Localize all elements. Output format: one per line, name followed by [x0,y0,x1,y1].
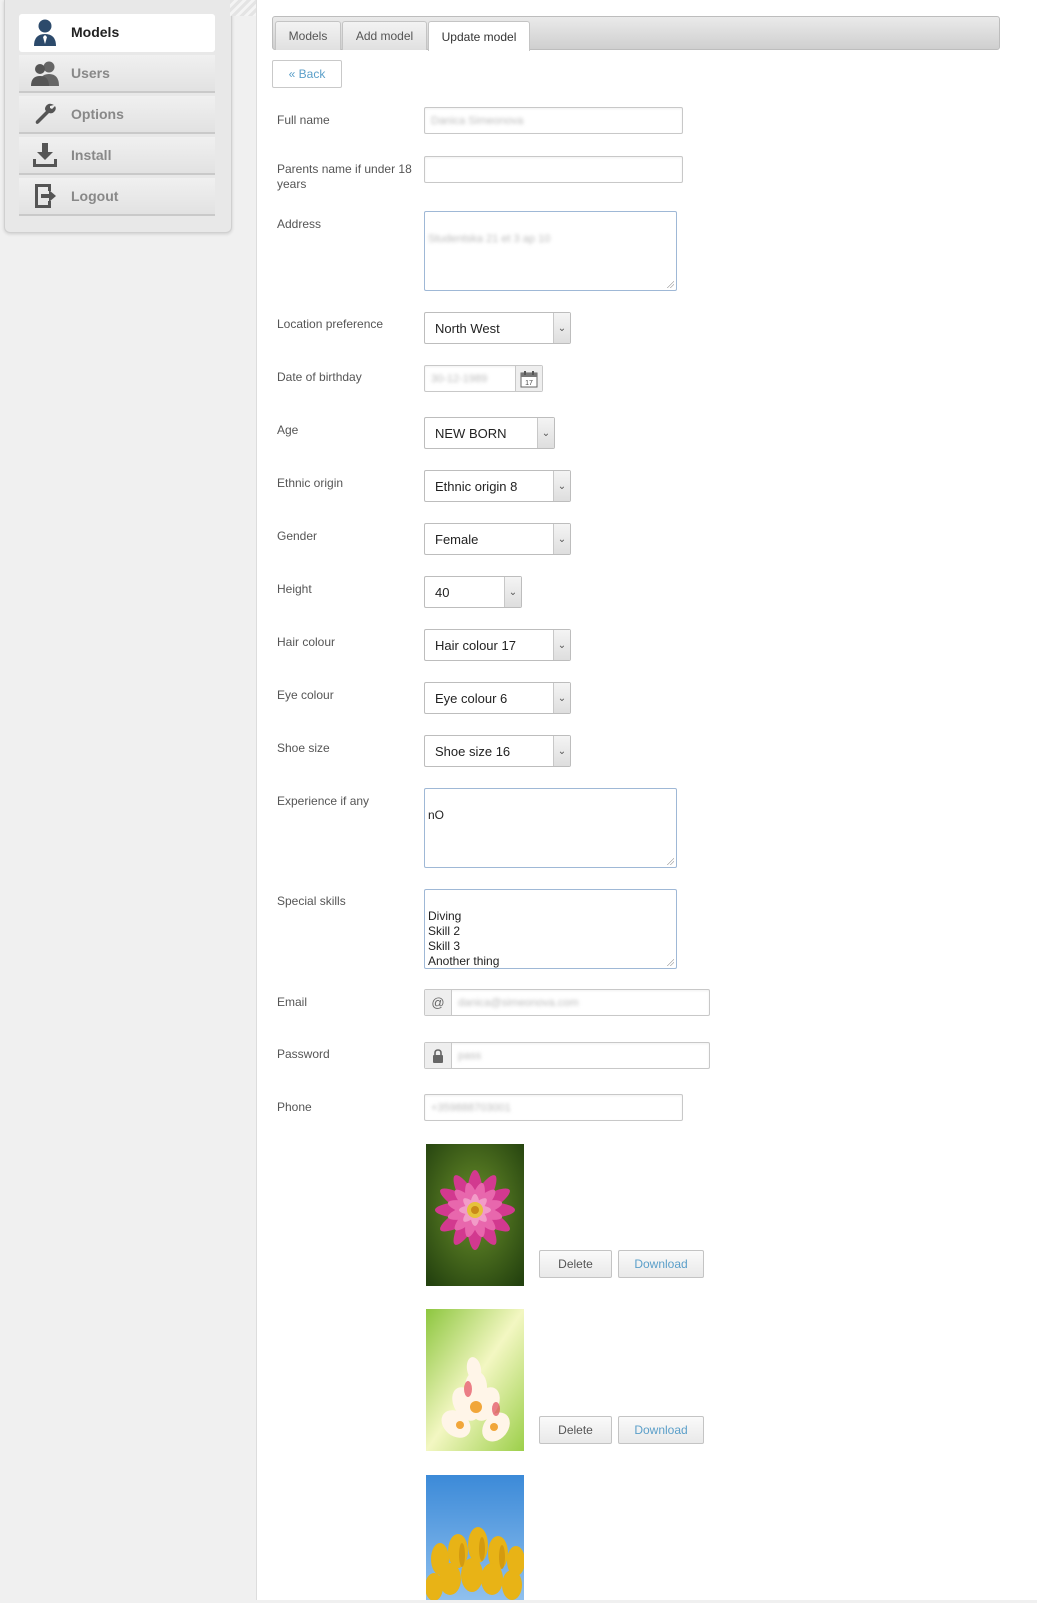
shoe-label: Shoe size [277,741,330,755]
shoe-select[interactable]: Shoe size 16 ⌄ [424,735,571,767]
address-value: Studentska 21 et 3 ap 10 [428,233,551,245]
sidebar-item-label: Options [71,106,124,122]
user-icon [19,18,71,46]
password-value: pass [458,1049,482,1062]
tab-models[interactable]: Models [275,21,341,50]
chevron-down-icon: ⌄ [553,313,570,343]
main-panel: Models Add model Update model « Back Ful… [256,0,1037,1601]
ethnic-value: Ethnic origin 8 [435,478,518,494]
age-label: Age [277,423,299,437]
eye-value: Eye colour 6 [435,690,508,706]
chevron-down-icon: ⌄ [553,736,570,766]
photo-thumbnail [426,1144,524,1286]
phone-input[interactable]: +359888703001 [424,1094,683,1121]
sidebar-item-label: Install [71,147,112,163]
chevron-down-icon: ⌄ [553,630,570,660]
experience-label: Experience if any [277,794,370,808]
chevron-down-icon: ⌄ [537,418,554,448]
download-button[interactable]: Download [618,1416,704,1444]
location-value: North West [435,320,500,336]
hair-value: Hair colour 17 [435,637,516,653]
email-label: Email [277,995,308,1009]
height-value: 40 [435,584,450,600]
email-field[interactable]: @ danica@simeonova.com [424,989,710,1016]
sidebar-item-options[interactable]: Options [19,96,215,134]
sidebar-item-install[interactable]: Install [19,137,215,175]
sidebar-item-users[interactable]: Users [19,55,215,93]
parents-name-label: Parents name if under 18 years [277,162,412,191]
chevron-down-icon: ⌄ [504,577,521,607]
height-label: Height [277,582,312,596]
birthday-input[interactable]: 30-12-1989 17 [424,365,543,392]
parents-name-input[interactable] [424,156,683,183]
delete-button[interactable]: Delete [539,1250,612,1278]
shoe-value: Shoe size 16 [435,743,511,759]
full-name-value: Danica Simeonova [431,114,524,127]
phone-value: +359888703001 [431,1101,511,1114]
decorative-stripe [230,0,256,16]
sidebar-item-models[interactable]: Models [19,14,215,52]
experience-textarea[interactable]: nO [424,788,677,868]
chevron-down-icon: ⌄ [553,524,570,554]
tab-add-model[interactable]: Add model [342,21,427,50]
delete-button[interactable]: Delete [539,1416,612,1444]
gender-select[interactable]: Female ⌄ [424,523,571,555]
users-icon [19,60,71,86]
at-sign-icon: @ [425,990,452,1015]
download-icon [19,142,71,168]
birthday-value: 30-12-1989 [431,372,488,385]
location-label: Location preference [277,317,384,331]
photo-thumbnail [425,1475,525,1601]
resize-grip-icon[interactable] [666,857,674,865]
calendar-day: 17 [525,380,533,387]
sidebar-nav: Models Users Options Install Logout [4,0,232,233]
age-select[interactable]: NEW BORN ⌄ [424,417,555,449]
location-select[interactable]: North West ⌄ [424,312,571,344]
gender-label: Gender [277,529,318,543]
full-name-input[interactable]: Danica Simeonova [424,107,683,134]
address-textarea[interactable]: Studentska 21 et 3 ap 10 [424,211,677,291]
back-button[interactable]: « Back [272,60,342,88]
sidebar-item-logout[interactable]: Logout [19,178,215,216]
birthday-label: Date of birthday [277,370,362,384]
tab-update-model[interactable]: Update model [428,21,530,51]
tab-bar: Models Add model Update model [272,16,1000,51]
lock-icon [425,1043,452,1068]
phone-label: Phone [277,1100,312,1114]
hair-label: Hair colour [277,635,336,649]
ethnic-select[interactable]: Ethnic origin 8 ⌄ [424,470,571,502]
eye-label: Eye colour [277,688,334,702]
experience-value: nO [428,808,445,822]
photo-thumbnail [426,1309,524,1451]
chevron-down-icon: ⌄ [553,683,570,713]
gender-value: Female [435,531,479,547]
resize-grip-icon[interactable] [666,958,674,966]
eye-select[interactable]: Eye colour 6 ⌄ [424,682,571,714]
sidebar-item-label: Users [71,65,110,81]
skills-value: Diving Skill 2 Skill 3 Another thing [428,909,500,968]
height-select[interactable]: 40 ⌄ [424,576,522,608]
full-name-label: Full name [277,113,330,127]
logout-icon [19,183,71,209]
address-label: Address [277,217,322,231]
email-value: danica@simeonova.com [458,996,579,1009]
password-field[interactable]: pass [424,1042,710,1069]
skills-textarea[interactable]: Diving Skill 2 Skill 3 Another thing [424,889,677,969]
password-label: Password [277,1047,330,1061]
resize-grip-icon[interactable] [666,280,674,288]
skills-label: Special skills [277,894,346,908]
hair-select[interactable]: Hair colour 17 ⌄ [424,629,571,661]
ethnic-label: Ethnic origin [277,476,344,490]
calendar-icon[interactable]: 17 [515,366,542,391]
wrench-icon [19,102,71,126]
sidebar-item-label: Logout [71,188,119,204]
sidebar-item-label: Models [71,24,120,40]
age-value: NEW BORN [435,425,507,441]
chevron-down-icon: ⌄ [553,471,570,501]
download-button[interactable]: Download [618,1250,704,1278]
